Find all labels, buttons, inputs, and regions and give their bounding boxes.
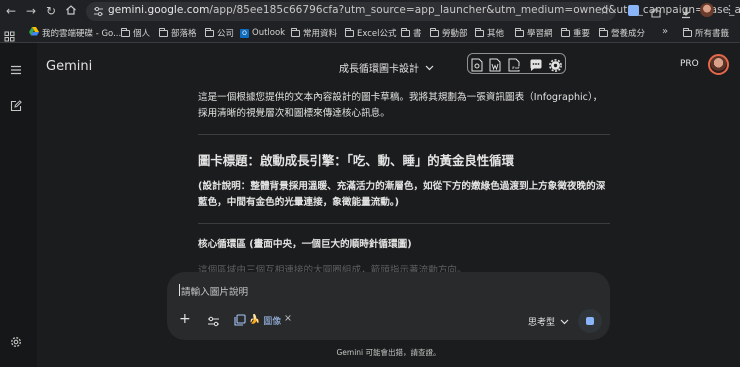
- bookmark-item[interactable]: 常用資料: [291, 26, 337, 40]
- extensions-icon[interactable]: [650, 4, 662, 23]
- bookmark-item[interactable]: 營養成分: [599, 26, 645, 40]
- address-bar[interactable]: gemini.google.com/app/85ee185c66796cfa?u…: [86, 2, 740, 21]
- download-icon[interactable]: [680, 4, 692, 23]
- folder-icon: [599, 27, 608, 37]
- folder-icon: [345, 27, 354, 37]
- folder-icon: [561, 27, 570, 37]
- bookmark-item[interactable]: 公司: [205, 26, 234, 40]
- bookmark-item[interactable]: O Outlook: [240, 26, 285, 40]
- forward-icon[interactable]: →: [24, 4, 38, 18]
- settings-gear-icon[interactable]: [549, 57, 563, 72]
- image-tool-chip[interactable]: 🍌 圖像: [234, 313, 281, 327]
- menu-hamburger-icon[interactable]: [10, 60, 22, 79]
- home-icon[interactable]: [64, 4, 78, 18]
- back-icon[interactable]: ←: [4, 4, 18, 18]
- gemini-app: Gemini 成長循環圖卡設計 PRO 這是一個根據您提供的文本內容設計的圖卡草…: [0, 43, 740, 367]
- banana-emoji-icon: 🍌: [249, 315, 261, 325]
- section-heading: 核心循環區 (畫面中央，一個巨大的順時針循環圖): [198, 239, 412, 250]
- more-bookmarks-chevron-icon[interactable]: »: [662, 26, 668, 37]
- export-toolbar: [467, 53, 566, 74]
- folder-icon: [205, 27, 214, 37]
- folder-icon: [159, 27, 168, 37]
- site-info-icon[interactable]: [92, 5, 105, 18]
- chat-bubble-icon[interactable]: [529, 57, 543, 71]
- word-export-icon[interactable]: [489, 57, 503, 72]
- divider: [198, 223, 610, 224]
- chevron-down-icon: [425, 65, 434, 70]
- folder-icon: [430, 27, 439, 37]
- new-chat-icon[interactable]: [10, 97, 22, 116]
- sidebar: [0, 43, 37, 367]
- folder-icon: [401, 27, 410, 37]
- drive-icon: [29, 27, 39, 39]
- close-icon[interactable]: ×: [284, 313, 292, 324]
- conversation-title-dropdown[interactable]: 成長循環圖卡設計: [339, 60, 434, 75]
- add-attachment-icon[interactable]: +: [179, 312, 191, 326]
- translate-extension-icon[interactable]: [628, 5, 639, 16]
- menu-kebab-icon[interactable]: ⋮: [724, 3, 735, 16]
- intro-paragraph: 這是一個根據您提供的文本內容設計的圖卡草稿。我將其規劃為一張資訊圖表（Infog…: [198, 92, 603, 119]
- account-avatar[interactable]: [708, 54, 729, 75]
- bookmark-item[interactable]: 個人: [121, 26, 150, 40]
- bookmark-star-icon[interactable]: ☆: [599, 3, 610, 17]
- text-cursor: [179, 284, 180, 296]
- response-content: 這是一個根據您提供的文本內容設計的圖卡草稿。我將其規劃為一張資訊圖表（Infog…: [198, 90, 610, 276]
- all-bookmarks-button[interactable]: 所有書籤: [683, 26, 729, 40]
- browser-toolbar: ← → ↻ gemini.google.com/app/85ee185c6679…: [0, 0, 740, 23]
- card-heading: 圖卡標題：啟動成長引擎：「吃、動、睡」的黃金良性循環: [198, 153, 514, 168]
- bookmark-item[interactable]: 我的雲端硬碟 - Go...: [29, 26, 121, 40]
- tools-icon[interactable]: [207, 313, 220, 327]
- stop-send-button[interactable]: [578, 309, 602, 333]
- design-note: (設計說明：整體背景採用溫暖、充滿活力的漸層色，如從下方的嫩綠色過渡到上方象徵夜…: [198, 181, 606, 208]
- bookmark-item[interactable]: 其他: [475, 26, 504, 40]
- disclaimer: Gemini 可能會出錯，請查證。: [336, 348, 441, 357]
- chevron-down-icon: [560, 319, 569, 324]
- bookmark-item[interactable]: 勞動部: [430, 26, 468, 40]
- bookmark-item[interactable]: 學習網: [515, 26, 553, 40]
- image-chip-label: 圖像: [263, 316, 282, 327]
- divider: [198, 134, 610, 135]
- profile-avatar[interactable]: [700, 3, 714, 17]
- docs-export-icon[interactable]: [471, 57, 485, 72]
- pro-badge: PRO: [680, 59, 699, 69]
- bookmark-item[interactable]: 書: [401, 26, 422, 40]
- folder-icon: [121, 27, 130, 37]
- model-selector[interactable]: 思考型: [528, 315, 569, 328]
- bookmark-item[interactable]: 重要: [561, 26, 590, 40]
- folder-icon: [291, 27, 300, 37]
- pdf-export-icon[interactable]: [508, 57, 522, 72]
- bookmark-item[interactable]: 部落格: [159, 26, 197, 40]
- folder-icon: [683, 27, 692, 37]
- bookmarks-bar: 我的雲端硬碟 - Go... 個人 部落格 公司 O Outlook 常用資料 …: [0, 23, 740, 43]
- folder-icon: [475, 27, 484, 37]
- bookmark-item[interactable]: Excel公式: [345, 26, 397, 40]
- prompt-input[interactable]: 請輸入圖片說明: [181, 284, 248, 298]
- image-gallery-icon: [234, 314, 246, 326]
- conversation-title: 成長循環圖卡設計: [339, 64, 419, 75]
- model-label: 思考型: [528, 318, 556, 328]
- url-text: gemini.google.com/app/85ee185c66796cfa?u…: [108, 4, 740, 16]
- prompt-composer: 請輸入圖片說明 + 🍌 圖像 × 思考型: [167, 272, 610, 340]
- folder-icon: [515, 27, 524, 37]
- outlook-icon: O: [240, 28, 249, 38]
- app-title: Gemini: [46, 59, 93, 74]
- reload-icon[interactable]: ↻: [44, 4, 58, 18]
